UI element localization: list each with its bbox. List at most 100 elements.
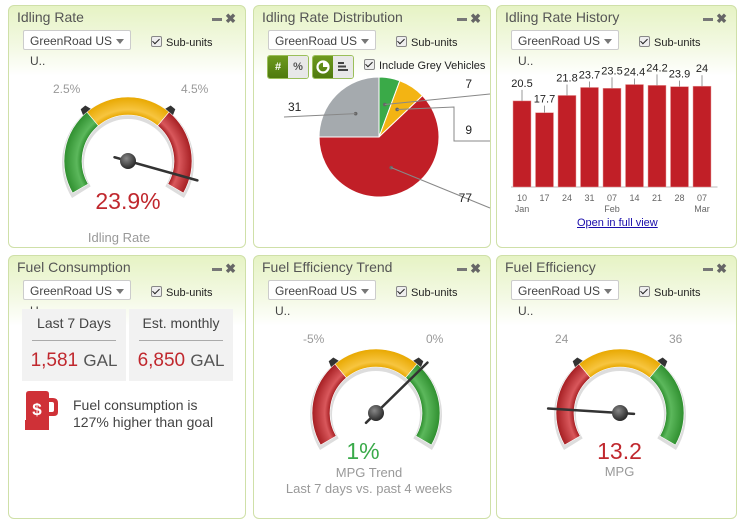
bar-data-label: 23.7 — [579, 69, 600, 81]
gauge-zone-yellow — [334, 348, 418, 379]
gauge-needle-hub — [368, 405, 384, 421]
bar-chart-icon — [338, 62, 348, 71]
idling-distribution-pie-chart: 7 9 77 31 — [283, 76, 491, 209]
widget-fuel-consumption: Fuel Consumption ✖ GreenRoad US U.. Sub-… — [8, 255, 246, 519]
last-7-days-value: 1,581 — [30, 350, 79, 371]
close-icon[interactable]: ✖ — [225, 261, 237, 277]
bar-data-label: 24.4 — [624, 67, 645, 79]
pie-data-label: 31 — [288, 100, 302, 114]
subunits-checkbox[interactable]: Sub-units — [151, 286, 212, 299]
bar[interactable] — [557, 95, 577, 188]
subunits-label: Sub-units — [166, 287, 213, 299]
unit-label: GAL — [83, 351, 118, 370]
widget-fuel-efficiency-trend: Fuel Efficiency Trend ✖ GreenRoad US U..… — [253, 255, 491, 519]
widget-idling-history: Idling Rate History ✖ GreenRoad US U.. S… — [496, 5, 737, 248]
bar[interactable] — [580, 87, 599, 188]
bar[interactable] — [625, 84, 644, 188]
gauge-zone-red — [311, 363, 347, 446]
gauge-value: 23.9% — [95, 188, 161, 214]
est-monthly-panel: Est. monthly 6,850 GAL — [129, 309, 233, 381]
subunits-label: Sub-units — [411, 37, 458, 49]
minimize-icon[interactable] — [457, 18, 468, 22]
x-tick-label: 07 — [607, 193, 617, 203]
x-tick-label: 24 — [562, 193, 572, 203]
pie-view-button[interactable] — [313, 56, 333, 78]
x-tick-label: 14 — [629, 193, 639, 203]
close-icon[interactable]: ✖ — [716, 11, 728, 27]
bar[interactable] — [692, 85, 712, 188]
close-icon[interactable]: ✖ — [470, 11, 482, 27]
x-tick-label: 31 — [584, 193, 594, 203]
subunits-checkbox[interactable]: Sub-units — [639, 36, 700, 49]
bar-data-label: 24 — [696, 63, 708, 75]
divider — [32, 340, 116, 341]
pie-data-label: 77 — [459, 191, 473, 205]
minimize-icon[interactable] — [703, 18, 714, 22]
include-grey-checkbox[interactable]: Include Grey Vehicles — [364, 59, 485, 72]
last-7-days-panel: Last 7 Days 1,581 GAL — [22, 309, 126, 381]
gauge-needle-hub — [120, 153, 136, 169]
gauge-sublabel: Last 7 days vs. past 4 weeks — [285, 481, 453, 496]
checkbox-icon[interactable] — [639, 36, 650, 47]
svg-text:$: $ — [32, 400, 42, 419]
widget-idling-rate: Idling Rate ✖ GreenRoad US U.. Sub-units… — [8, 5, 246, 248]
gauge-zone-red — [157, 111, 193, 194]
subunits-label: Sub-units — [654, 37, 701, 49]
x-tick-month-label: Feb — [604, 204, 620, 214]
bar-data-label: 17.7 — [534, 94, 555, 106]
gauge-zone-green — [649, 363, 685, 446]
bar-data-label: 24.2 — [646, 62, 667, 74]
gauge-zone-green — [63, 111, 99, 194]
chevron-down-icon — [361, 39, 369, 44]
gauge-zone-red — [555, 363, 591, 446]
bar-data-label: 23.5 — [601, 65, 622, 77]
checkbox-icon[interactable] — [364, 59, 375, 70]
checkbox-icon[interactable] — [396, 36, 407, 47]
chevron-down-icon — [116, 289, 124, 294]
est-monthly-label: Est. monthly — [142, 315, 220, 331]
bar-view-button[interactable] — [333, 56, 353, 78]
bar-data-label: 20.5 — [511, 78, 532, 90]
checkbox-icon[interactable] — [151, 286, 162, 297]
x-tick-month-label: Jan — [515, 204, 530, 214]
percent-toggle-button[interactable]: % — [288, 56, 308, 78]
open-full-view-link[interactable]: Open in full view — [577, 217, 658, 229]
subunits-checkbox[interactable]: Sub-units — [396, 36, 457, 49]
x-tick-label: 17 — [539, 193, 549, 203]
chevron-down-icon — [604, 39, 612, 44]
fuel-efficiency-gauge — [546, 348, 686, 450]
gauge-zone-yellow — [86, 96, 170, 127]
gauge-value: 1% — [346, 438, 380, 464]
widget-idling-distribution: Idling Rate Distribution ✖ GreenRoad US … — [253, 5, 491, 248]
gauge-zone-yellow — [578, 348, 662, 379]
gauge-label: Idling Rate — [87, 230, 151, 245]
bar[interactable] — [535, 112, 554, 188]
fuel-consumption-message: Fuel consumption is 127% higher than goa… — [73, 397, 214, 430]
bar-data-label: 23.9 — [669, 69, 690, 81]
x-tick-label: 07 — [697, 193, 707, 203]
bar[interactable] — [647, 85, 667, 188]
minimize-icon[interactable] — [212, 268, 223, 272]
bar[interactable] — [602, 88, 622, 188]
bar[interactable] — [512, 100, 532, 188]
unit-select[interactable]: GreenRoad US U.. — [511, 30, 619, 68]
divider — [139, 340, 223, 341]
x-tick-label: 21 — [652, 193, 662, 203]
pie-chart-icon — [316, 60, 330, 74]
widget-title: Idling Rate Distribution — [262, 9, 403, 25]
pie-data-label: 7 — [465, 77, 472, 91]
idling-history-bar-chart: 20.510Jan17.71721.82423.73123.507Feb24.4… — [511, 62, 718, 214]
x-tick-label: 28 — [674, 193, 684, 203]
gauge-value: 13.2 — [597, 438, 642, 464]
last-7-days-label: Last 7 Days — [37, 315, 111, 331]
bar[interactable] — [670, 86, 689, 188]
gauge-needle-hub — [612, 405, 628, 421]
unit-label: GAL — [190, 351, 225, 370]
widget-fuel-efficiency: Fuel Efficiency ✖ GreenRoad US U.. Sub-u… — [496, 255, 737, 519]
unit-select[interactable]: GreenRoad US U.. — [268, 30, 376, 68]
unit-select[interactable]: GreenRoad US U.. — [23, 280, 131, 318]
gauge-zone-green — [405, 363, 441, 446]
count-toggle-button[interactable]: # — [268, 56, 288, 78]
pie-slice-grey[interactable] — [318, 76, 380, 138]
x-tick-month-label: Mar — [694, 204, 710, 214]
